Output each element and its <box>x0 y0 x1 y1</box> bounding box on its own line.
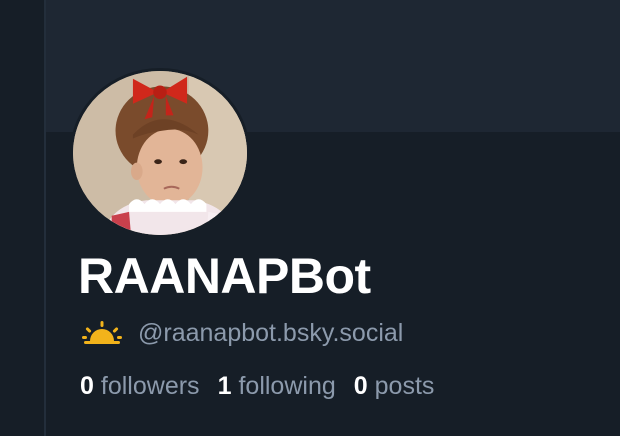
following-stat[interactable]: 1 following <box>218 368 336 404</box>
followers-count: 0 <box>80 372 94 400</box>
handle-row: @raanapbot.bsky.social <box>82 316 403 350</box>
sunrise-icon <box>82 321 122 345</box>
followers-label: followers <box>100 372 200 400</box>
following-label: following <box>238 372 336 400</box>
posts-stat: 0 posts <box>354 368 435 404</box>
following-count: 1 <box>217 372 232 400</box>
avatar-photo <box>73 71 247 235</box>
left-rail <box>0 0 46 436</box>
avatar[interactable] <box>70 68 250 238</box>
posts-label: posts <box>374 372 435 400</box>
profile-handle[interactable]: @raanapbot.bsky.social <box>138 316 403 350</box>
profile-stats: 0 followers 1 following 0 posts <box>80 368 452 404</box>
display-name: RAANAPBot <box>78 248 371 304</box>
followers-stat[interactable]: 0 followers <box>80 368 200 404</box>
posts-count: 0 <box>353 372 368 400</box>
